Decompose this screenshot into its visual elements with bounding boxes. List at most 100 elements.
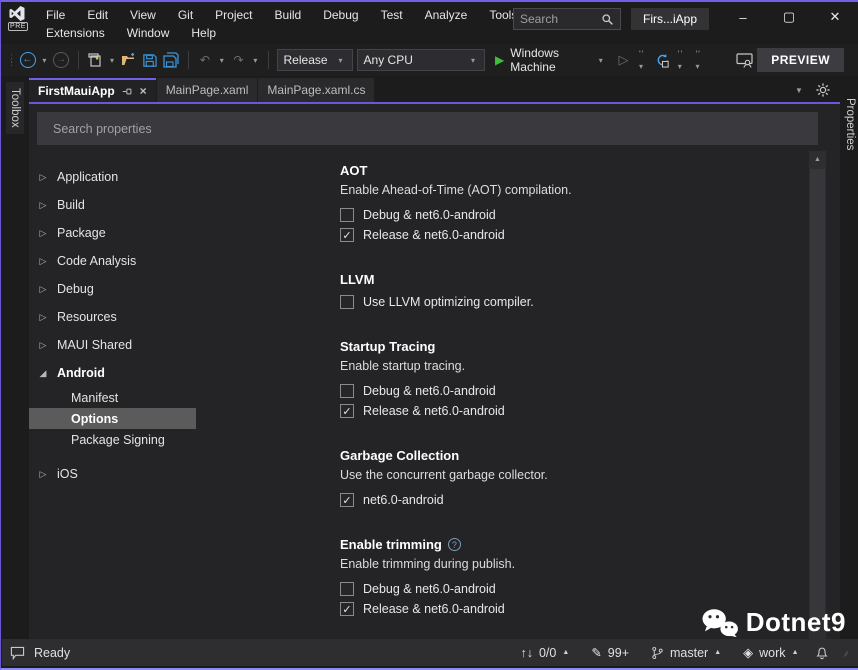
pin-icon[interactable] [122,86,133,97]
global-search-box[interactable]: Search [513,8,621,30]
properties-side-strip: Properties [840,78,858,639]
scroll-up-icon[interactable]: ▲ [809,153,826,167]
chevron-down-icon: ▾ [471,55,476,65]
live-share-button[interactable] [736,49,753,71]
menu-test[interactable]: Test [370,6,414,24]
checkbox[interactable]: ✓ [340,295,354,309]
menu-git[interactable]: Git [167,6,204,24]
menu-window[interactable]: Window [116,24,181,42]
repository-selector[interactable]: ◈ work ▲ [737,642,804,664]
section-title: Garbage Collection [340,448,460,463]
checkbox[interactable]: ✓ [340,228,354,242]
checkbox[interactable]: ✓ [340,602,354,616]
minimize-button[interactable]: – [720,2,766,32]
option-row: ✓ net6.0-android [340,490,840,510]
save-all-button[interactable] [162,49,179,71]
pencil-icon: ✎ [591,646,602,660]
tab-mainpage-xaml-cs[interactable]: MainPage.xaml.cs [258,78,375,102]
tab-mainpage-xaml[interactable]: MainPage.xaml [156,78,258,102]
tree-item-android-manifest[interactable]: Manifest [29,387,196,408]
tree-item-android-package-signing[interactable]: Package Signing [29,429,196,450]
hot-reload-button[interactable] [654,49,671,71]
tree-item-debug[interactable]: Debug [37,275,334,303]
vertical-scrollbar[interactable]: ▲ ▼ [809,151,826,639]
redo-button[interactable]: ↷ [230,49,247,71]
tree-item-maui-shared[interactable]: MAUI Shared [37,331,334,359]
close-tab-icon[interactable]: × [140,84,147,98]
help-icon[interactable]: ? [447,538,461,551]
tab-firstmauiapp[interactable]: FirstMauiApp × [29,78,156,102]
menu-analyze[interactable]: Analyze [414,6,479,24]
redo-dropdown[interactable]: ▾ [251,56,260,65]
sync-commits-button[interactable]: ↑↓ 0/0 ▲ [514,643,575,663]
new-project-dropdown[interactable]: ▾ [108,56,117,65]
close-button[interactable]: ✕ [812,2,858,32]
tree-item-application[interactable]: Application [37,163,334,191]
apply-code-changes-icon[interactable]: '' ▾ [636,49,650,71]
breakpoints-icon[interactable]: '' ▾ [675,49,689,71]
menu-edit[interactable]: Edit [76,6,119,24]
platform-select[interactable]: Any CPU ▾ [356,49,486,71]
vs-logo-icon [9,6,25,21]
toolbox-tab[interactable]: Toolbox [6,82,24,134]
configuration-value: Release [283,53,328,67]
menu-debug[interactable]: Debug [312,6,369,24]
menu-help[interactable]: Help [180,24,227,42]
pending-edits-button[interactable]: ✎ 99+ [585,642,635,663]
options-content-panel: AOT Enable Ahead-of-Time (AOT) compilati… [334,163,840,639]
properties-tab[interactable]: Properties [841,92,858,156]
resize-grip[interactable]: ⸙ [843,646,851,660]
tree-item-ios[interactable]: iOS [37,460,334,488]
tree-item-build[interactable]: Build [37,191,334,219]
undo-button[interactable]: ↶ [196,49,213,71]
section-title: Startup Tracing [340,339,436,354]
gear-icon[interactable] [816,83,830,97]
checkbox[interactable]: ✓ [340,208,354,222]
tab-label: MainPage.xaml.cs [267,83,366,97]
run-target-dropdown[interactable]: ▾ [597,56,605,65]
save-button[interactable] [141,49,158,71]
menu-file[interactable]: File [35,6,76,24]
toolbar-grip[interactable]: ⋮⋮ [7,54,16,67]
step-options-icon[interactable]: '' ▾ [692,49,706,71]
configuration-select[interactable]: Release ▾ [276,49,353,71]
navigate-forward-button[interactable]: → [53,49,70,71]
checkbox[interactable]: ✓ [340,404,354,418]
checkbox[interactable]: ✓ [340,582,354,596]
platform-value: Any CPU [363,53,413,67]
tree-item-android-options[interactable]: Options [29,408,196,429]
tree-item-code-analysis[interactable]: Code Analysis [37,247,334,275]
chevron-right-icon [37,312,49,323]
checkbox[interactable]: ✓ [340,384,354,398]
start-debugging-button[interactable]: ▶ Windows Machine ▾ [489,46,611,74]
chevron-expanded-icon [37,368,49,379]
title-bar: PRE File Edit View Git Project Build Deb… [1,2,858,44]
scrollbar-thumb[interactable] [810,169,825,619]
menu-view[interactable]: View [119,6,167,24]
option-row: ✓ Release & net6.0-android [340,401,840,421]
menu-build[interactable]: Build [264,6,313,24]
maximize-button[interactable]: ▢ [766,2,812,32]
search-properties-input[interactable]: Search properties [37,112,818,145]
tab-list-dropdown[interactable]: ▼ [794,86,804,95]
undo-dropdown[interactable]: ▾ [217,56,226,65]
open-file-button[interactable] [120,49,137,71]
tree-item-android[interactable]: Android [37,359,334,387]
notifications-bell-icon[interactable] [815,645,829,660]
checkbox-label: Release & net6.0-android [363,228,505,242]
branch-selector[interactable]: master ▲ [645,643,727,663]
tree-item-package[interactable]: Package [37,219,334,247]
navigate-back-dropdown[interactable]: ▾ [40,56,49,65]
feedback-icon[interactable] [10,646,25,660]
main-toolbar: ⋮⋮ ← ▾ → ▾ ↶ ▾ ↷ ▾ Release ▾ Any CPU ▾ ▶… [1,44,858,76]
menu-extensions[interactable]: Extensions [35,24,116,42]
new-project-button[interactable] [87,49,104,71]
start-without-debugging-button[interactable]: ▷ [615,49,632,71]
checkbox[interactable]: ✓ [340,493,354,507]
tree-item-resources[interactable]: Resources [37,303,334,331]
section-title: Enable trimming ? [340,537,840,552]
navigate-back-button[interactable]: ← [19,49,36,71]
chevron-right-icon [37,284,49,295]
menu-project[interactable]: Project [204,6,263,24]
preview-feature-button[interactable]: PREVIEW [757,48,845,72]
